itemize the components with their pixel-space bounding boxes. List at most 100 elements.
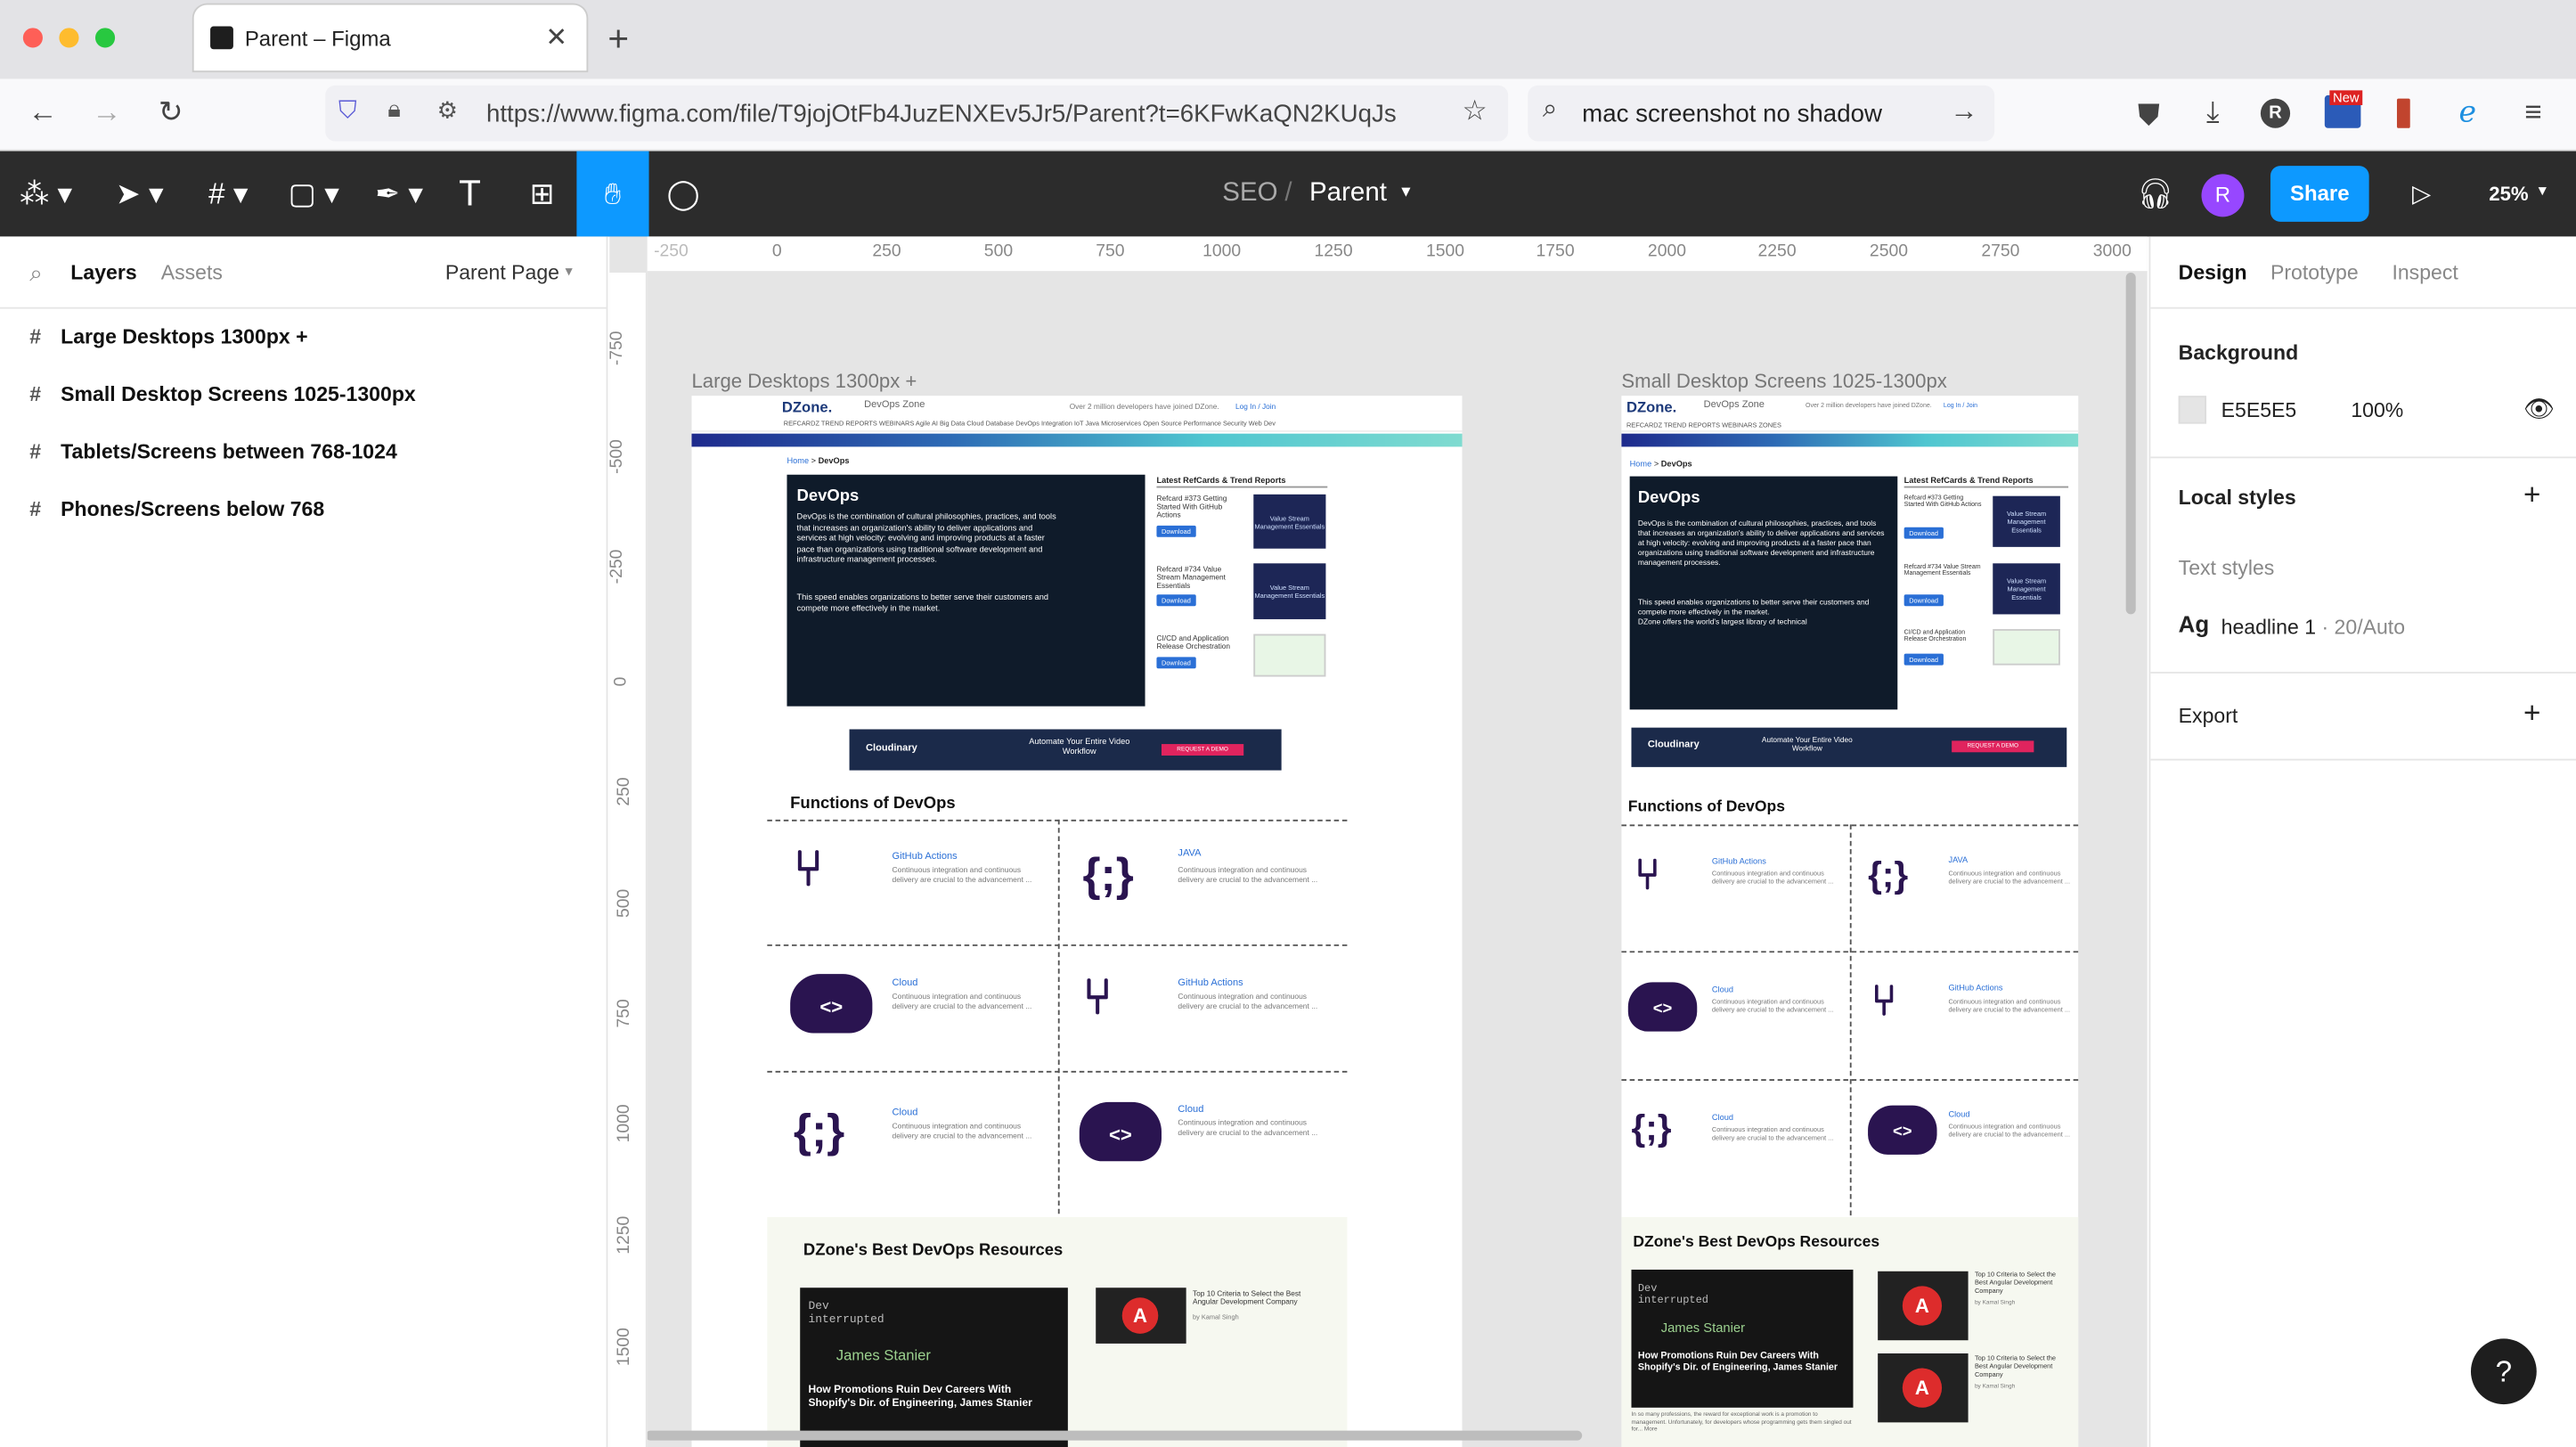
- pen-tool-icon[interactable]: ✒ ▾: [364, 151, 433, 237]
- file-menu-chevron-icon[interactable]: ▾: [1401, 181, 1410, 202]
- menu-icon[interactable]: ≡: [2514, 95, 2553, 130]
- search-text[interactable]: mac screenshot no shadow: [1582, 100, 1882, 127]
- figma-menu-icon[interactable]: ⁂ ▾: [16, 151, 75, 237]
- url-text[interactable]: https://www.figma.com/file/T9jojOtFb4Juz…: [486, 100, 1447, 127]
- refcard-1[interactable]: Refcard #373 Getting Started With GitHub…: [1156, 495, 1242, 519]
- cell-title[interactable]: Cloud: [893, 1108, 918, 1118]
- cell-title[interactable]: JAVA: [1178, 849, 1201, 859]
- text-style-item[interactable]: headline 1 · 20/Auto: [2221, 616, 2405, 639]
- tab-design[interactable]: Design: [2179, 261, 2247, 284]
- layer-item[interactable]: # Large Desktops 1300px +: [29, 325, 307, 348]
- maximize-window-button[interactable]: [94, 28, 116, 48]
- layer-item[interactable]: # Small Desktop Screens 1025-1300px: [29, 383, 416, 406]
- refcard-2[interactable]: Refcard #734 Value Stream Management Ess…: [1156, 565, 1242, 590]
- shield-icon[interactable]: ⛉: [338, 97, 357, 125]
- layer-item[interactable]: # Tablets/Screens between 768-1024: [29, 440, 397, 463]
- cloudinary-ad[interactable]: Cloudinary Automate Your Entire Video Wo…: [849, 729, 1282, 771]
- podcast-thumb[interactable]: Dev interrupted James Stanier How Promot…: [1631, 1269, 1854, 1408]
- add-export-icon[interactable]: +: [2523, 697, 2540, 732]
- tab-prototype[interactable]: Prototype: [2270, 261, 2359, 284]
- file-name[interactable]: Parent: [1309, 179, 1387, 208]
- cell-title[interactable]: GitHub Actions: [893, 853, 958, 862]
- back-icon[interactable]: ←: [23, 95, 62, 130]
- reload-icon[interactable]: ↻: [151, 95, 191, 130]
- cell-title[interactable]: JAVA: [1948, 855, 1968, 865]
- tab-assets[interactable]: Assets: [161, 261, 223, 284]
- angular-thumb[interactable]: A: [1878, 1353, 1969, 1423]
- cicd-thumb[interactable]: [1253, 634, 1326, 677]
- search-bar[interactable]: ⌕ mac screenshot no shadow →: [1528, 85, 1995, 142]
- angular-title[interactable]: Top 10 Criteria to Select the Best Angul…: [1975, 1270, 2065, 1295]
- close-tab-icon[interactable]: ✕: [545, 21, 567, 54]
- download-button[interactable]: Download: [1156, 657, 1196, 669]
- cell-title[interactable]: GitHub Actions: [1712, 857, 1766, 867]
- visibility-eye-icon[interactable]: 👁︎: [2523, 394, 2555, 423]
- present-play-icon[interactable]: ▷: [2399, 151, 2445, 237]
- shape-tool-icon[interactable]: ▢ ▾: [280, 151, 348, 237]
- frame-small-desktop[interactable]: DZone. DevOps Zone Over 2 million develo…: [1621, 396, 2079, 1447]
- go-arrow-icon[interactable]: →: [1950, 95, 1977, 128]
- forward-icon[interactable]: →: [87, 95, 126, 130]
- dzone-login[interactable]: Log In / Join: [1235, 403, 1276, 411]
- cell-title[interactable]: GitHub Actions: [1178, 979, 1243, 989]
- vsm-thumb[interactable]: Value Stream Management Essentials: [1993, 563, 2060, 615]
- background-hex[interactable]: E5E5E5: [2221, 399, 2297, 422]
- cell-title[interactable]: Cloud: [1712, 985, 1733, 995]
- refcard-3[interactable]: CI/CD and Application Release Orchestrat…: [1156, 634, 1242, 650]
- bookmark-star-icon[interactable]: ☆: [1463, 95, 1488, 128]
- cloudinary-ad[interactable]: Cloudinary Automate Your Entire Video Wo…: [1631, 727, 2067, 767]
- design-canvas[interactable]: Large Desktops 1300px + DZone. DevOps Zo…: [609, 236, 2148, 1447]
- cicd-thumb[interactable]: [1993, 629, 2060, 666]
- hand-tool-icon[interactable]: ✋︎: [576, 151, 649, 237]
- zoom-chevron-icon[interactable]: ▾: [2539, 183, 2547, 200]
- page-selector[interactable]: Parent Page: [445, 261, 559, 284]
- layer-item[interactable]: # Phones/Screens below 768: [29, 498, 324, 521]
- resources-tool-icon[interactable]: ⊞: [519, 151, 566, 237]
- edge-icon[interactable]: ℯ: [2448, 95, 2487, 130]
- permissions-icon[interactable]: ⚙: [437, 97, 458, 125]
- background-opacity[interactable]: 100%: [2351, 399, 2403, 422]
- podcast-thumb[interactable]: Dev interrupted James Stanier How Promot…: [800, 1288, 1068, 1447]
- download-button[interactable]: Download: [1903, 527, 1944, 539]
- vsm-thumb[interactable]: Value Stream Management Essentials: [1253, 494, 1326, 549]
- browser-tab[interactable]: Parent – Figma ✕: [193, 4, 587, 71]
- download-button[interactable]: Download: [1156, 594, 1196, 607]
- download-button[interactable]: Download: [1903, 653, 1944, 666]
- extension-bar-icon[interactable]: [2396, 98, 2410, 128]
- page-chevron-icon[interactable]: ▾: [565, 263, 572, 281]
- url-bar[interactable]: ⛉ 🔒︎ ⚙ https://www.figma.com/file/T9jojO…: [325, 85, 1509, 142]
- angular-title[interactable]: Top 10 Criteria to Select the Best Angul…: [1193, 1289, 1316, 1305]
- audio-headphones-icon[interactable]: 🎧︎: [2132, 151, 2179, 237]
- lock-icon[interactable]: 🔒︎: [387, 95, 401, 123]
- tab-inspect[interactable]: Inspect: [2392, 261, 2458, 284]
- pocket-icon[interactable]: ⛊: [2129, 99, 2168, 134]
- angular-thumb[interactable]: A: [1096, 1288, 1186, 1344]
- download-button[interactable]: Download: [1903, 594, 1944, 607]
- vsm-thumb[interactable]: Value Stream Management Essentials: [1253, 563, 1326, 619]
- frame-tool-icon[interactable]: # ▾: [194, 151, 263, 237]
- angular-title[interactable]: Top 10 Criteria to Select the Best Angul…: [1975, 1353, 2065, 1378]
- zoom-level[interactable]: 25%: [2489, 183, 2528, 206]
- angular-thumb[interactable]: A: [1878, 1271, 1969, 1341]
- frame-title-large[interactable]: Large Desktops 1300px +: [691, 370, 917, 393]
- dzone-nav[interactable]: REFCARDZ TREND REPORTS WEBINARS Agile AI…: [784, 419, 1463, 432]
- help-button[interactable]: ?: [2470, 1338, 2537, 1405]
- new-tab-button[interactable]: +: [607, 18, 629, 61]
- share-button[interactable]: Share: [2270, 166, 2369, 222]
- profile-avatar[interactable]: R: [2260, 98, 2291, 128]
- comment-tool-icon[interactable]: ◯: [660, 151, 706, 237]
- refcard-2[interactable]: Refcard #734 Value Stream Management Ess…: [1904, 563, 1984, 576]
- cell-title[interactable]: Cloud: [1712, 1114, 1733, 1124]
- background-swatch[interactable]: [2178, 396, 2207, 424]
- dzone-login[interactable]: Log In / Join: [1944, 403, 1977, 409]
- dzone-nav[interactable]: REFCARDZ TREND REPORTS WEBINARS ZONES: [1626, 421, 2078, 434]
- cell-title[interactable]: GitHub Actions: [1948, 984, 2002, 993]
- horizontal-scrollbar[interactable]: [645, 1430, 1583, 1441]
- frame-title-small[interactable]: Small Desktop Screens 1025-1300px: [1621, 370, 1946, 393]
- minimize-window-button[interactable]: [59, 28, 79, 48]
- vsm-thumb[interactable]: Value Stream Management Essentials: [1993, 495, 2060, 547]
- user-avatar[interactable]: R: [2201, 174, 2245, 217]
- layer-search-icon[interactable]: ⌕: [29, 259, 42, 287]
- close-window-button[interactable]: [22, 28, 43, 48]
- refcard-3[interactable]: CI/CD and Application Release Orchestrat…: [1904, 629, 1984, 642]
